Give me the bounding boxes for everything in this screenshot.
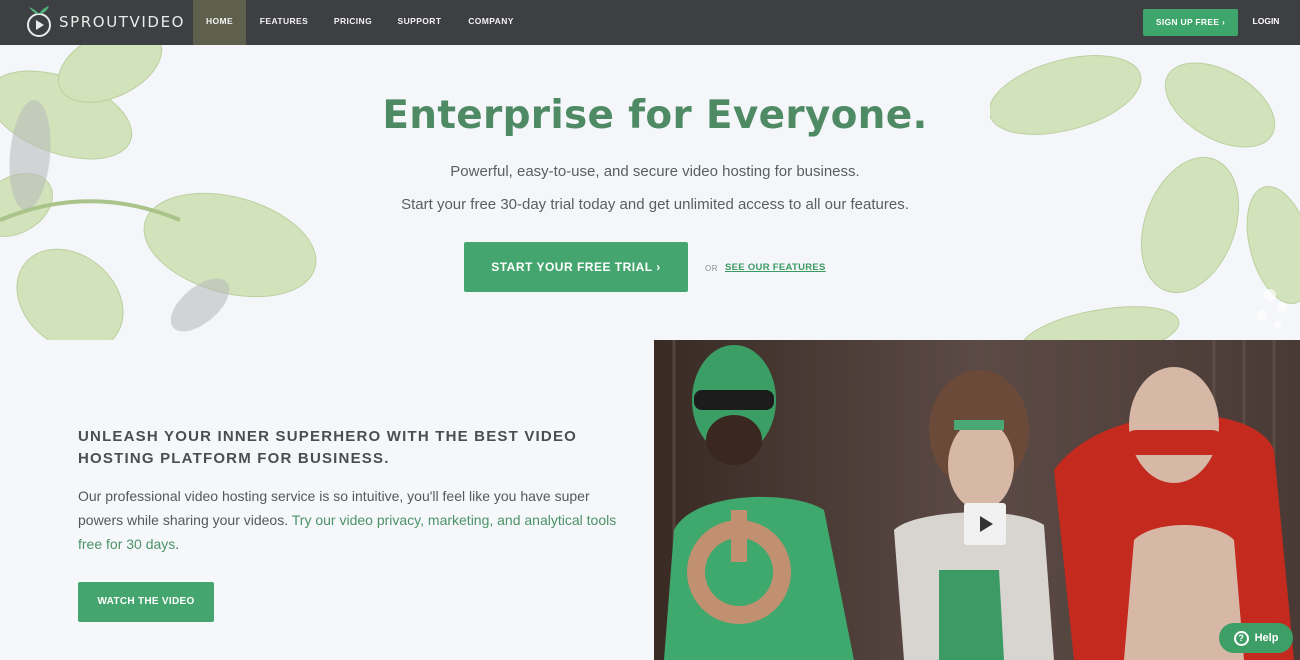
sign-up-free-button[interactable]: SIGN UP FREE › [1143, 9, 1238, 36]
sprout-logo-icon [27, 6, 51, 37]
play-button[interactable] [964, 503, 1006, 545]
nav-company[interactable]: COMPANY [463, 0, 519, 45]
hero-title: Enterprise for Everyone. [382, 93, 928, 138]
nav-pricing[interactable]: PRICING [328, 0, 378, 45]
nav-features[interactable]: FEATURES [256, 0, 312, 45]
nav-home[interactable]: HOME [193, 0, 246, 45]
promo-heading-line-1: UNLEASH YOUR INNER SUPERHERO WITH THE BE… [78, 428, 578, 445]
leaves-decoration-right [990, 55, 1300, 340]
hero-subtitle-trial: Start your free 30-day trial today and g… [401, 196, 909, 213]
hero-section: Enterprise for Everyone. Powerful, easy-… [0, 45, 1300, 340]
watch-the-video-button[interactable]: WATCH THE VIDEO [78, 582, 214, 622]
promo-heading-line-2: HOSTING PLATFORM FOR BUSINESS. [78, 450, 390, 467]
hero-subtitle: Powerful, easy-to-use, and secure video … [450, 163, 860, 180]
help-label: Help [1254, 632, 1279, 644]
see-our-features-link[interactable]: SEE OUR FEATURES [725, 262, 826, 273]
sproutvideo-logo[interactable]: SPROUTVIDEO [26, 5, 185, 39]
promo-heading: UNLEASH YOUR INNER SUPERHERO WITH THE BE… [78, 426, 598, 470]
leaves-decoration-left [0, 45, 317, 340]
promo-text-end: . [175, 536, 180, 552]
top-navigation: SPROUTVIDEO HOME FEATURES PRICING SUPPOR… [0, 0, 1300, 45]
play-icon [980, 516, 993, 532]
brand-name: SPROUTVIDEO [59, 13, 186, 31]
promo-description: Our professional video hosting service i… [78, 484, 618, 556]
login-link[interactable]: LOGIN [1250, 0, 1282, 45]
superhero-video-player[interactable] [654, 340, 1300, 660]
video-thumbnail [654, 340, 1300, 660]
promo-section: UNLEASH YOUR INNER SUPERHERO WITH THE BE… [0, 340, 654, 660]
start-free-trial-button[interactable]: START YOUR FREE TRIAL › [464, 242, 688, 292]
or-separator: OR [705, 264, 718, 273]
nav-support[interactable]: SUPPORT [393, 0, 446, 45]
question-icon: ? [1233, 630, 1249, 646]
help-button[interactable]: ? Help [1219, 623, 1293, 653]
